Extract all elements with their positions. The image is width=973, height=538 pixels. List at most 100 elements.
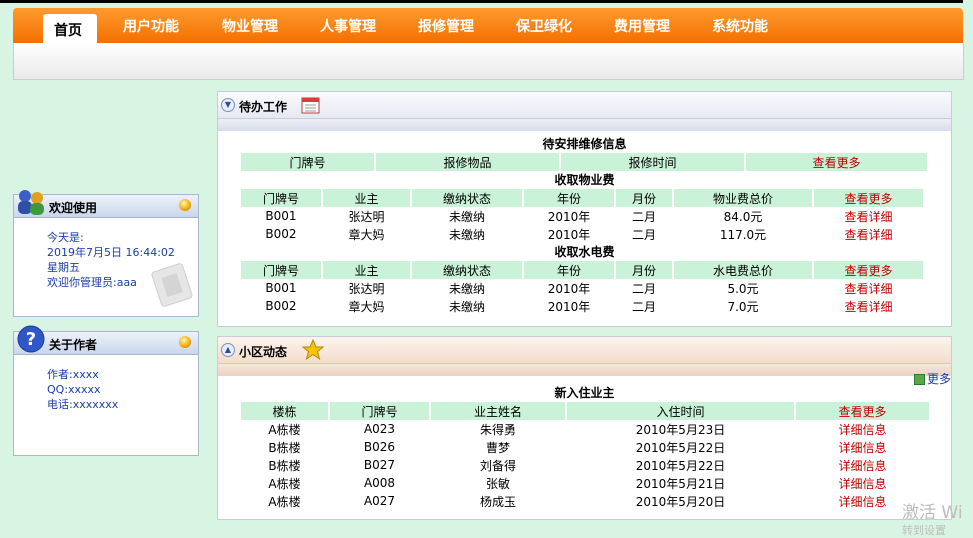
nav-tab-security[interactable]: 保卫绿化	[516, 16, 572, 36]
cell: 2010年5月22日	[635, 440, 726, 455]
nav-tab-system[interactable]: 系统功能	[712, 16, 768, 36]
table-header-row: 门牌号 业主 缴纳状态 年份 月份 物业费总价 查看更多	[241, 189, 923, 207]
cell: 二月	[631, 209, 656, 224]
cell: B栋楼	[268, 440, 301, 455]
cell: 未缴纳	[448, 299, 485, 314]
todo-header: ▼ 待办工作	[218, 92, 951, 119]
about-title: 关于作者	[49, 338, 98, 352]
detail-link[interactable]: 详细信息	[796, 438, 929, 456]
cell: A008	[363, 476, 396, 490]
cell: A栋楼	[268, 476, 301, 491]
repair-more-link[interactable]: 查看更多	[746, 153, 927, 171]
utility-fee-more-link[interactable]: 查看更多	[814, 261, 923, 279]
nav-tab-repair[interactable]: 报修管理	[418, 16, 474, 36]
cell: B栋楼	[268, 458, 301, 473]
welcome-header: 欢迎使用	[14, 190, 198, 218]
author: 作者:xxxx	[47, 368, 99, 381]
detail-link[interactable]: 查看详细	[814, 207, 923, 225]
community-more-link[interactable]: 更多	[913, 370, 951, 387]
about-body: 作者:xxxx QQ:xxxxx 电话:xxxxxxx	[14, 355, 198, 412]
community-panel: ▲ 小区动态 更多 新入住业主 楼栋 门牌号 业主姓名 入住时间 查看更多 A栋…	[217, 336, 952, 520]
property-fee-more-link[interactable]: 查看更多	[814, 189, 923, 207]
col-header: 入住时间	[567, 402, 794, 420]
sub-toolbar	[13, 43, 964, 80]
detail-link[interactable]: 详细信息	[796, 474, 929, 492]
col-header: 物业费总价	[674, 189, 812, 207]
detail-link[interactable]: 查看详细	[814, 279, 923, 297]
cell: B026	[363, 440, 396, 454]
detail-link[interactable]: 详细信息	[796, 456, 929, 474]
nav-tab-user[interactable]: 用户功能	[123, 16, 179, 36]
collapse-icon[interactable]	[179, 199, 191, 211]
table-header-row: 门牌号 报修物品 报修时间 查看更多	[241, 153, 927, 171]
nav-tab-home[interactable]: 首页	[43, 14, 97, 44]
cell: 2010年	[547, 299, 591, 314]
col-header: 楼栋	[241, 402, 328, 420]
cell: A栋楼	[268, 494, 301, 509]
calendar-icon	[301, 97, 320, 114]
cell: 章大妈	[348, 227, 385, 242]
detail-link[interactable]: 查看详细	[814, 297, 923, 315]
star-icon	[302, 339, 324, 361]
new-owners-title: 新入住业主	[554, 386, 615, 400]
table-row: B002 章大妈 未缴纳 2010年 二月 7.0元 查看详细	[241, 297, 923, 315]
new-owners-more-link[interactable]: 查看更多	[796, 402, 929, 420]
help-icon: ?	[17, 325, 45, 353]
cell: B001	[265, 281, 297, 295]
current-datetime: 2019年7月5日 16:44:02	[47, 246, 175, 259]
detail-link[interactable]: 详细信息	[796, 420, 929, 438]
col-header: 水电费总价	[674, 261, 812, 279]
repair-table: 门牌号 报修物品 报修时间 查看更多	[239, 153, 929, 171]
table-row: B001 张达明 未缴纳 2010年 二月 5.0元 查看详细	[241, 279, 923, 297]
utility-fee-table: 门牌号 业主 缴纳状态 年份 月份 水电费总价 查看更多 B001 张达明 未缴…	[239, 261, 925, 315]
qq: QQ:xxxxx	[47, 383, 101, 396]
property-fee-title: 收取物业费	[554, 173, 615, 187]
collapse-arrow-icon[interactable]: ▲	[221, 343, 235, 357]
plus-icon	[913, 374, 925, 385]
cell: 5.0元	[727, 281, 759, 296]
nav-tab-property[interactable]: 物业管理	[222, 16, 278, 36]
cell: 84.0元	[723, 209, 763, 224]
cell: 曹梦	[485, 440, 510, 455]
col-header: 报修物品	[376, 153, 559, 171]
cell: 117.0元	[719, 227, 767, 242]
cell: 未缴纳	[448, 227, 485, 242]
property-fee-table: 门牌号 业主 缴纳状态 年份 月份 物业费总价 查看更多 B001 张达明 未缴…	[239, 189, 925, 243]
nav-tab-hr[interactable]: 人事管理	[320, 16, 376, 36]
col-header: 月份	[616, 189, 672, 207]
table-row: A栋楼 A023 朱得勇 2010年5月23日 详细信息	[241, 420, 929, 438]
col-header: 缴纳状态	[412, 261, 522, 279]
col-header: 门牌号	[241, 261, 321, 279]
cell: 章大妈	[348, 299, 385, 314]
table-row: A栋楼 A008 张敏 2010年5月21日 详细信息	[241, 474, 929, 492]
table-row: B001 张达明 未缴纳 2010年 二月 84.0元 查看详细	[241, 207, 923, 225]
cell: A023	[363, 422, 396, 436]
welcome-box: 欢迎使用 今天是: 2019年7月5日 16:44:02 星期五 欢迎你管理员:…	[13, 190, 199, 317]
today-label: 今天是:	[47, 231, 84, 244]
about-header: ? 关于作者	[14, 325, 198, 355]
cell: 2010年5月23日	[635, 422, 726, 437]
cell: 2010年	[547, 281, 591, 296]
cell: 二月	[631, 281, 656, 296]
col-header: 门牌号	[241, 153, 374, 171]
table-row: A栋楼 A027 杨成玉 2010年5月20日 详细信息	[241, 492, 929, 510]
cell: B002	[265, 299, 297, 313]
table-header-row: 门牌号 业主 缴纳状态 年份 月份 水电费总价 查看更多	[241, 261, 923, 279]
cell: 2010年5月20日	[635, 494, 726, 509]
users-icon	[18, 190, 44, 215]
cell: 二月	[631, 299, 656, 314]
window-top-border	[0, 0, 963, 3]
svg-text:?: ?	[26, 329, 36, 350]
collapse-icon[interactable]	[179, 336, 191, 348]
cell: 刘备得	[479, 458, 516, 473]
collapse-arrow-icon[interactable]: ▼	[221, 98, 235, 112]
cell: 张敏	[485, 476, 510, 491]
new-owners-table: 楼栋 门牌号 业主姓名 入住时间 查看更多 A栋楼 A023 朱得勇 2010年…	[239, 402, 931, 510]
cell: 2010年	[547, 209, 591, 224]
nav-tab-fees[interactable]: 费用管理	[614, 16, 670, 36]
detail-link[interactable]: 查看详细	[814, 225, 923, 243]
cell: 7.0元	[727, 299, 759, 314]
col-header: 年份	[524, 189, 614, 207]
table-row: B002 章大妈 未缴纳 2010年 二月 117.0元 查看详细	[241, 225, 923, 243]
cell: B027	[363, 458, 396, 472]
